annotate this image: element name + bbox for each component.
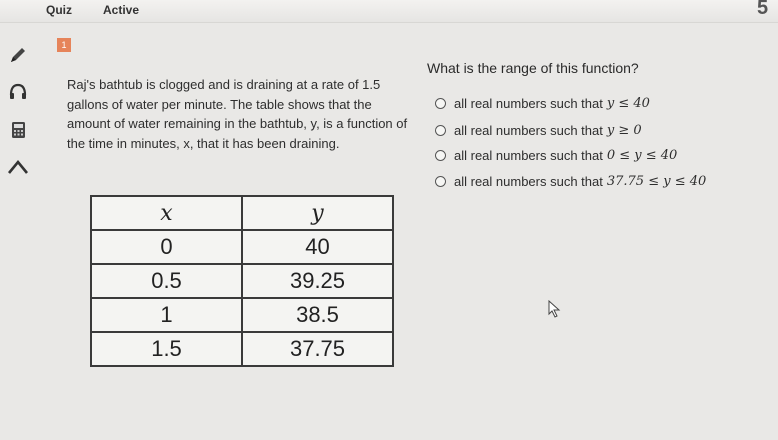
status-label: Active [103,3,140,17]
table-cell: 1.5 [90,331,243,367]
option-text: all real numbers such that [454,123,603,138]
question-number-badge: 1 [57,38,71,52]
calculator-icon[interactable] [5,117,31,143]
answer-option-4[interactable]: all real numbers such that 37.75 ≤ y ≤ 4… [435,174,706,189]
radio-button[interactable] [435,176,446,187]
table-row: 1 38.5 [90,297,394,333]
table-row: 1.5 37.75 [90,331,394,367]
app-title: Quiz [46,3,72,17]
radio-button[interactable] [435,125,446,136]
arrow-up-icon[interactable] [5,154,31,180]
question-prompt: What is the range of this function? [427,60,639,76]
mouse-cursor-icon [548,299,562,323]
radio-button[interactable] [435,150,446,161]
table-header-row: x y [90,195,394,231]
option-text: all real numbers such that [454,148,603,163]
answer-option-1[interactable]: all real numbers such that y ≤ 40 [435,96,650,111]
table-cell: 0 [90,229,243,265]
option-math: y ≤ 40 [606,96,650,111]
option-math: y ≥ 0 [606,123,642,138]
table-cell: 39.25 [241,263,394,299]
table-cell: 40 [241,229,394,265]
table-cell: 1 [90,297,243,333]
table-row: 0.5 39.25 [90,263,394,299]
table-header-y: y [241,195,394,231]
table-cell: 0.5 [90,263,243,299]
data-table: x y 0 40 0.5 39.25 1 38.5 1.5 37.75 [90,195,394,367]
question-passage: Raj's bathtub is clogged and is draining… [67,77,408,151]
table-header-x: x [90,195,243,231]
table-row: 0 40 [90,229,394,265]
table-cell: 38.5 [241,297,394,333]
option-math: 37.75 ≤ y ≤ 40 [606,174,707,189]
timer-display: 5 [757,0,769,19]
answer-option-2[interactable]: all real numbers such that y ≥ 0 [435,123,642,138]
pencil-icon[interactable] [5,42,31,68]
option-math: 0 ≤ y ≤ 40 [606,148,678,163]
option-text: all real numbers such that [454,96,603,111]
table-cell: 37.75 [241,331,394,367]
radio-button[interactable] [435,98,446,109]
option-text: all real numbers such that [454,174,603,189]
headphones-icon[interactable] [5,79,31,105]
top-bar: Quiz Active 5 [0,0,778,23]
tool-sidebar [0,22,60,440]
answer-option-3[interactable]: all real numbers such that 0 ≤ y ≤ 40 [435,148,677,163]
